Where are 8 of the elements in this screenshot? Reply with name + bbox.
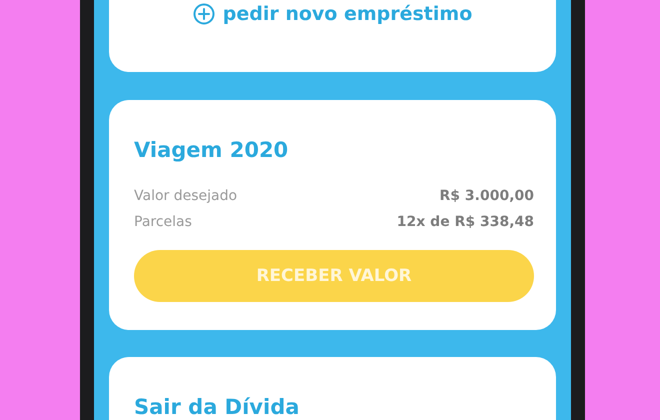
plus-circle-icon xyxy=(192,3,215,25)
field-label: Valor desejado xyxy=(134,187,238,206)
loan-title: Viagem 2020 xyxy=(134,137,290,164)
loan-title: Sair da Dívida xyxy=(134,394,300,420)
field-value: R$ 3.000,00 xyxy=(440,187,534,206)
new-loan-link[interactable]: pedir novo empréstimo xyxy=(192,2,472,26)
field-value: 12x de R$ 338,48 xyxy=(396,213,534,232)
field-label: Parcelas xyxy=(134,213,192,232)
